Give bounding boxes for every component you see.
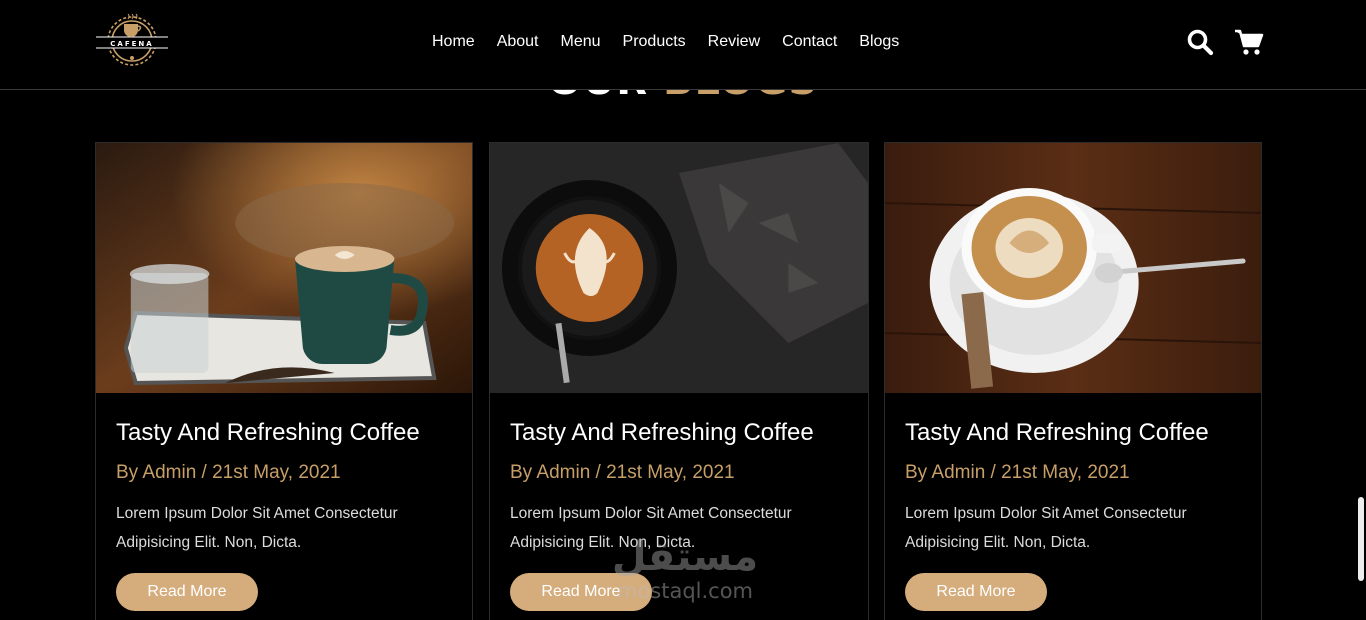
scrollbar-thumb[interactable] [1358, 497, 1364, 581]
card-meta: By Admin / 21st May, 2021 [905, 462, 1130, 483]
site-header: CAFENA Home About Menu Products Review C… [0, 0, 1366, 90]
nav-products[interactable]: Products [623, 32, 686, 52]
cart-icon[interactable] [1234, 28, 1264, 56]
card-title: Tasty And Refreshing Coffee [116, 419, 420, 446]
blog-card: Tasty And Refreshing Coffee By Admin / 2… [884, 142, 1262, 620]
blog-image-cappuccino-saucer[interactable] [885, 143, 1261, 393]
watermark-latin: mostaql.com [616, 579, 754, 603]
nav-home[interactable]: Home [432, 32, 475, 52]
read-more-button[interactable]: Read More [116, 573, 258, 611]
nav-about[interactable]: About [497, 32, 539, 52]
nav-blogs[interactable]: Blogs [859, 32, 899, 52]
blog-card: Tasty And Refreshing Coffee By Admin / 2… [95, 142, 473, 620]
nav-menu[interactable]: Menu [561, 32, 601, 52]
search-icon[interactable] [1186, 28, 1214, 56]
blog-image-coffee-table[interactable] [96, 143, 472, 393]
nav-contact[interactable]: Contact [782, 32, 837, 52]
mostaql-watermark: مستقل mostaql.com [600, 535, 770, 610]
nav-review[interactable]: Review [708, 32, 760, 52]
read-more-button[interactable]: Read More [905, 573, 1047, 611]
card-title: Tasty And Refreshing Coffee [510, 419, 814, 446]
card-excerpt: Lorem Ipsum Dolor Sit Amet Consectetur A… [905, 505, 1187, 551]
blog-image-latte-top[interactable] [490, 143, 868, 393]
card-meta: By Admin / 21st May, 2021 [116, 462, 341, 483]
card-excerpt: Lorem Ipsum Dolor Sit Amet Consectetur A… [116, 505, 398, 551]
watermark-arabic: مستقل [611, 534, 759, 580]
card-title: Tasty And Refreshing Coffee [905, 419, 1209, 446]
cafena-logo[interactable]: CAFENA [94, 10, 170, 72]
card-meta: By Admin / 21st May, 2021 [510, 462, 735, 483]
logo-text: CAFENA [110, 40, 153, 48]
main-nav: Home About Menu Products Review Contact … [432, 32, 899, 52]
header-actions [1186, 28, 1264, 56]
